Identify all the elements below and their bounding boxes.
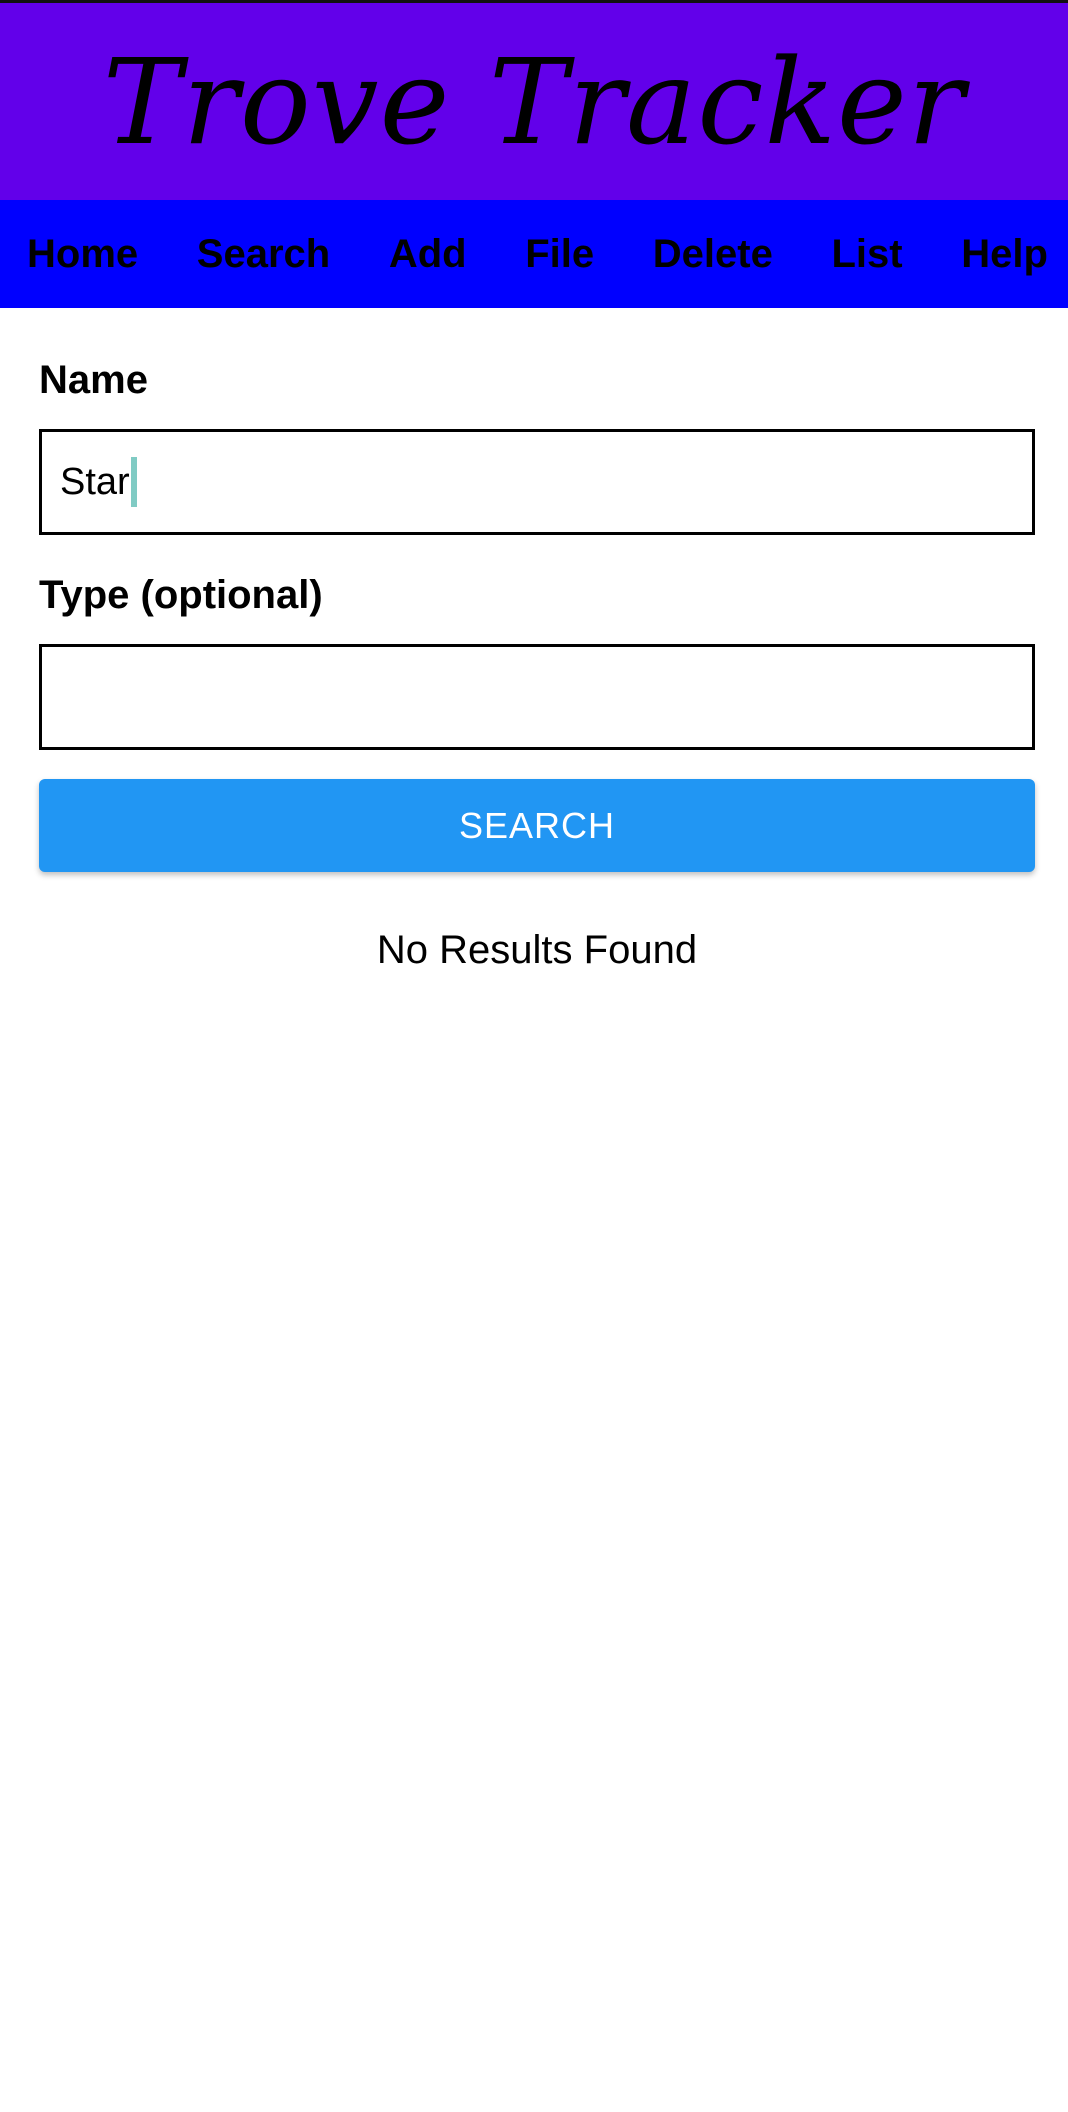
nav-item-search[interactable]: Search <box>197 232 330 277</box>
nav-item-help[interactable]: Help <box>961 232 1048 277</box>
name-input[interactable]: Star <box>39 429 1035 535</box>
nav-bar: Home Search Add File Delete List Help <box>0 200 1068 308</box>
nav-item-file[interactable]: File <box>525 232 594 277</box>
search-button[interactable]: SEARCH <box>39 779 1035 872</box>
nav-item-delete[interactable]: Delete <box>653 232 773 277</box>
no-results-message: No Results Found <box>376 928 698 972</box>
type-input[interactable] <box>39 644 1035 750</box>
type-label: Type (optional) <box>39 573 323 617</box>
name-input-value: Star <box>60 460 130 503</box>
app-title: Trove Tracker <box>102 32 966 171</box>
name-label: Name <box>39 358 148 402</box>
nav-item-add[interactable]: Add <box>389 232 467 277</box>
nav-item-list[interactable]: List <box>832 232 903 277</box>
text-cursor <box>130 457 137 507</box>
nav-item-home[interactable]: Home <box>27 232 138 277</box>
app-root: Trove Tracker Home Search Add File Delet… <box>0 0 1068 2112</box>
title-bar: Trove Tracker <box>0 0 1068 200</box>
